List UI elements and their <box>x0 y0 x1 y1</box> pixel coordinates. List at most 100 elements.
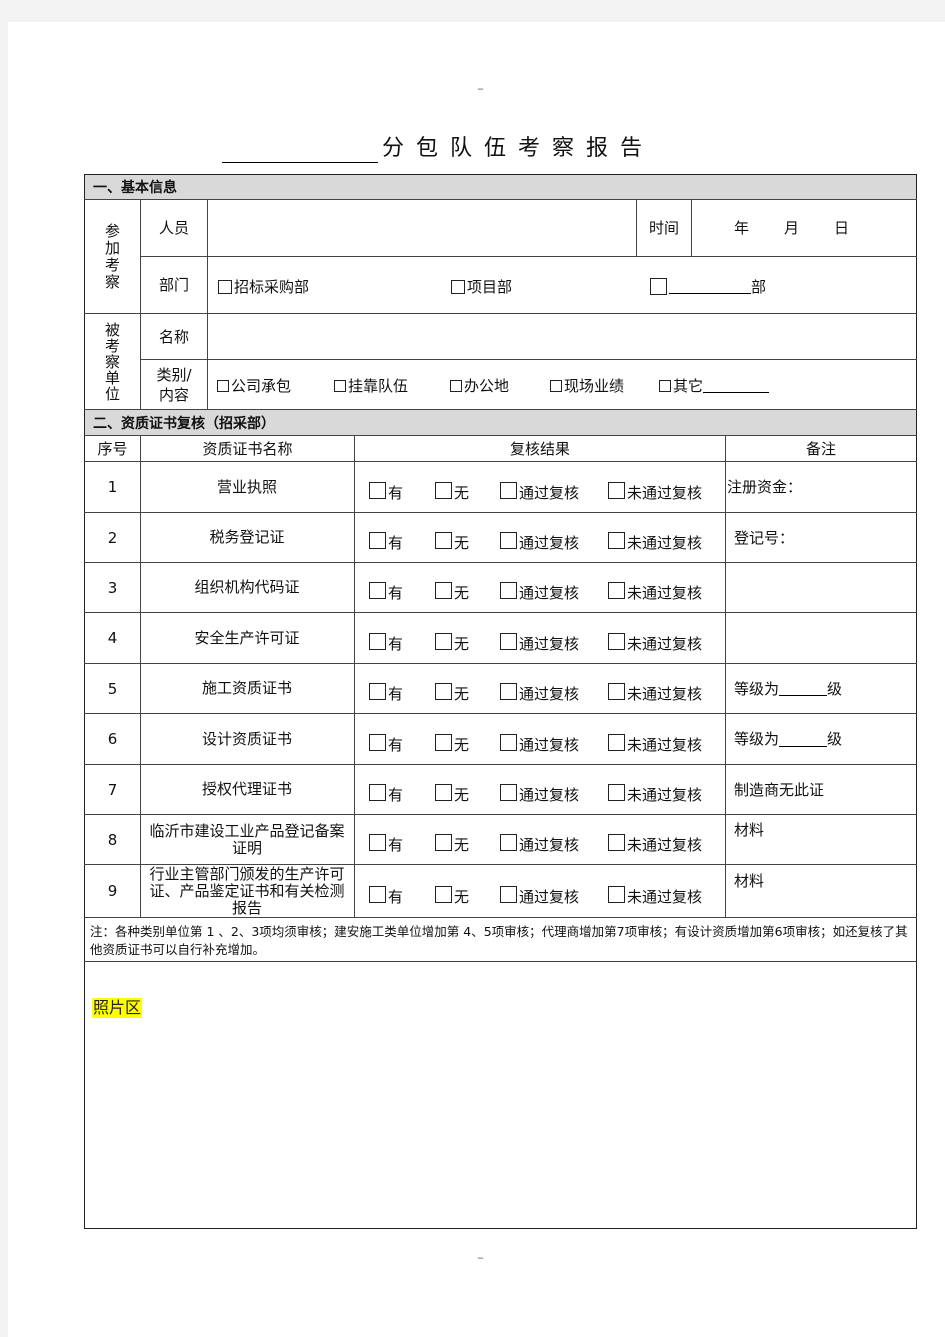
category-option-site[interactable]: 现场业绩 <box>550 375 624 396</box>
result-option[interactable]: 通过复核 <box>500 478 579 503</box>
checkbox[interactable] <box>608 683 625 700</box>
result-option[interactable]: 通过复核 <box>500 780 579 805</box>
checkbox[interactable] <box>451 279 465 294</box>
checkbox[interactable] <box>500 632 517 650</box>
result-option[interactable]: 通过复核 <box>500 578 579 603</box>
checkbox[interactable] <box>500 582 517 599</box>
checkbox[interactable] <box>435 733 452 751</box>
checkbox[interactable] <box>500 481 517 499</box>
checkbox[interactable] <box>608 733 625 751</box>
checkbox[interactable] <box>218 279 232 294</box>
other-blank-line[interactable] <box>703 378 770 393</box>
result-option[interactable]: 未通过复核 <box>608 730 702 755</box>
checkbox[interactable] <box>500 784 517 801</box>
checkbox[interactable] <box>450 379 462 392</box>
result-option[interactable]: 未通过复核 <box>608 882 702 907</box>
unit-name-field[interactable] <box>208 314 916 359</box>
checkbox[interactable] <box>650 278 667 295</box>
result-option[interactable]: 有 <box>369 882 403 907</box>
dept-option-project[interactable]: 项目部 <box>451 276 512 298</box>
checkbox[interactable] <box>369 683 386 700</box>
checkbox[interactable] <box>369 632 386 650</box>
checkbox[interactable] <box>435 784 452 801</box>
result-option[interactable]: 有 <box>369 478 403 503</box>
result-option[interactable]: 有 <box>369 629 403 654</box>
checkbox[interactable] <box>369 582 386 599</box>
checkbox[interactable] <box>369 481 386 499</box>
grade-blank-line[interactable] <box>779 732 828 747</box>
result-option[interactable]: 无 <box>435 882 469 907</box>
checkbox[interactable] <box>334 379 346 392</box>
result-option[interactable]: 无 <box>435 578 469 603</box>
result-option[interactable]: 有 <box>369 528 403 553</box>
result-option[interactable]: 有 <box>369 780 403 805</box>
checkbox[interactable] <box>659 379 671 392</box>
result-option[interactable]: 有 <box>369 679 403 704</box>
remark-field[interactable]: 材料 <box>734 805 914 854</box>
checkbox[interactable] <box>608 834 625 851</box>
checkbox[interactable] <box>608 784 625 801</box>
remark-field[interactable]: 注册资金： <box>727 462 907 512</box>
result-option[interactable]: 无 <box>435 830 469 855</box>
checkbox[interactable] <box>369 733 386 751</box>
result-option[interactable]: 未通过复核 <box>608 830 702 855</box>
remark-field[interactable]: 登记号： <box>734 513 914 562</box>
grade-blank-line[interactable] <box>779 681 828 696</box>
checkbox[interactable] <box>435 582 452 599</box>
category-option-other[interactable]: 其它 <box>659 375 770 396</box>
result-option[interactable]: 未通过复核 <box>608 578 702 603</box>
checkbox[interactable] <box>369 532 386 549</box>
result-option[interactable]: 通过复核 <box>500 629 579 654</box>
result-option[interactable]: 未通过复核 <box>608 478 702 503</box>
remark-field[interactable]: 等级为 级 <box>734 714 914 764</box>
result-option[interactable]: 未通过复核 <box>608 780 702 805</box>
result-option[interactable]: 无 <box>435 528 469 553</box>
checkbox[interactable] <box>369 784 386 801</box>
result-option[interactable]: 通过复核 <box>500 830 579 855</box>
checkbox[interactable] <box>435 532 452 549</box>
checkbox[interactable] <box>500 532 517 549</box>
remark-field[interactable]: 材料 <box>734 855 914 907</box>
checkbox[interactable] <box>550 379 562 392</box>
photo-area[interactable] <box>86 963 915 1227</box>
checkbox[interactable] <box>608 885 625 903</box>
checkbox[interactable] <box>500 885 517 903</box>
result-option[interactable]: 通过复核 <box>500 882 579 907</box>
result-option[interactable]: 无 <box>435 730 469 755</box>
result-option[interactable]: 有 <box>369 730 403 755</box>
remark-field[interactable] <box>734 563 914 612</box>
result-option[interactable]: 无 <box>435 679 469 704</box>
result-option[interactable]: 通过复核 <box>500 679 579 704</box>
checkbox[interactable] <box>608 582 625 599</box>
dept-option-procurement[interactable]: 招标采购部 <box>218 276 309 298</box>
checkbox[interactable] <box>369 834 386 851</box>
checkbox[interactable] <box>369 885 386 903</box>
personnel-field[interactable] <box>208 200 636 256</box>
checkbox[interactable] <box>500 834 517 851</box>
category-option-affiliated[interactable]: 挂靠队伍 <box>334 375 408 396</box>
checkbox[interactable] <box>435 481 452 499</box>
checkbox[interactable] <box>435 834 452 851</box>
result-option[interactable]: 无 <box>435 478 469 503</box>
checkbox[interactable] <box>608 632 625 650</box>
result-option[interactable]: 未通过复核 <box>608 679 702 704</box>
result-option[interactable]: 通过复核 <box>500 730 579 755</box>
result-option[interactable]: 有 <box>369 830 403 855</box>
result-option[interactable]: 无 <box>435 780 469 805</box>
remark-field[interactable] <box>734 613 914 663</box>
dept-blank-line[interactable] <box>669 279 751 294</box>
date-field[interactable]: 年 月 日 <box>692 200 916 256</box>
dept-option-other[interactable]: 部 <box>650 276 766 299</box>
title-blank-line[interactable] <box>222 136 378 163</box>
result-option[interactable]: 未通过复核 <box>608 528 702 553</box>
checkbox[interactable] <box>500 733 517 751</box>
checkbox[interactable] <box>608 481 625 499</box>
checkbox[interactable] <box>500 683 517 700</box>
checkbox[interactable] <box>217 379 229 392</box>
checkbox[interactable] <box>608 532 625 549</box>
result-option[interactable]: 有 <box>369 578 403 603</box>
result-option[interactable]: 未通过复核 <box>608 629 702 654</box>
checkbox[interactable] <box>435 632 452 650</box>
checkbox[interactable] <box>435 683 452 700</box>
result-option[interactable]: 无 <box>435 629 469 654</box>
